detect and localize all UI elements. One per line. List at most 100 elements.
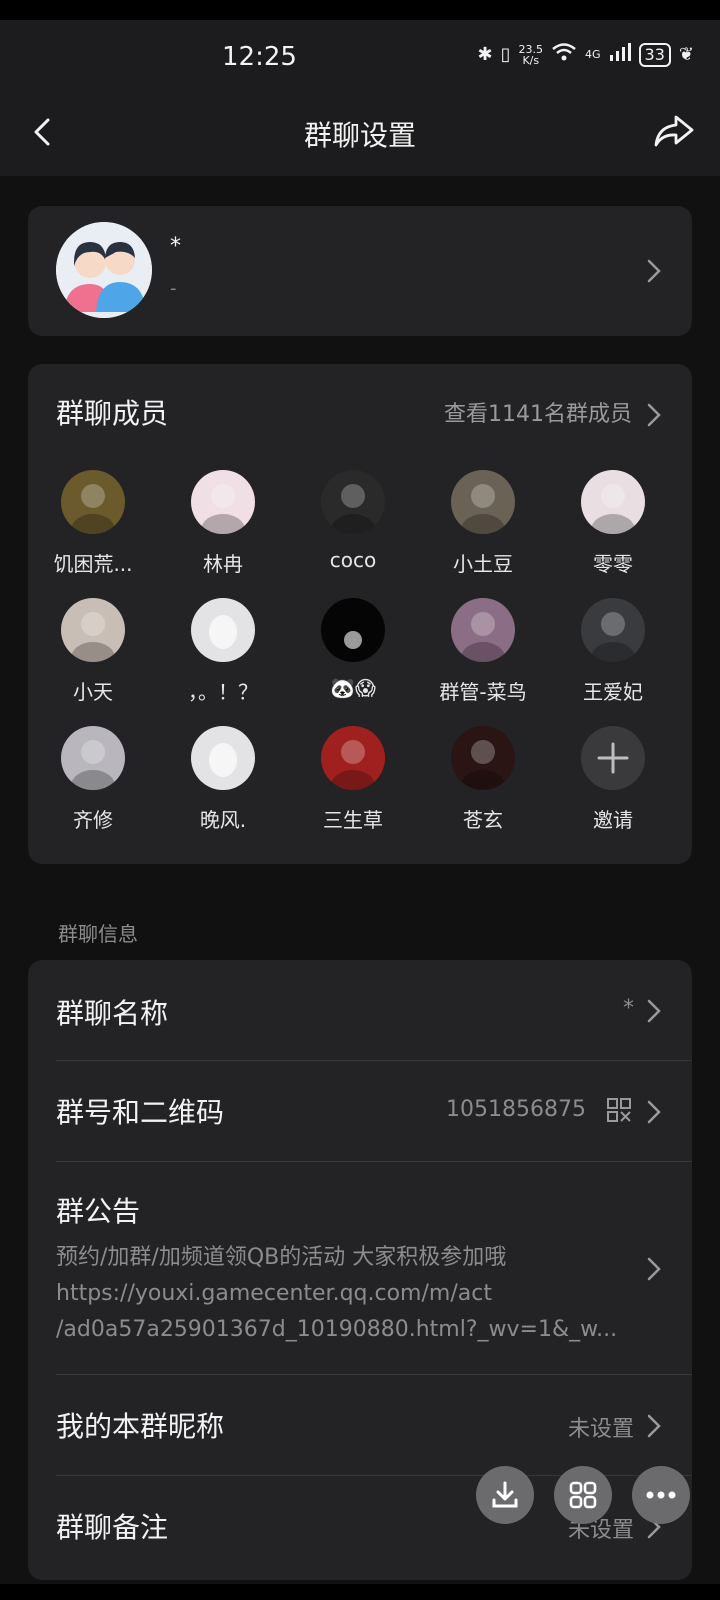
group-subtitle: - [170,278,177,299]
notice-line: /ad0a57a25901367d_10190880.html?_wv=1&_w… [56,1317,618,1342]
member-avatar [61,470,125,534]
chevron-right-icon [646,998,662,1024]
member-name: 林冉 [203,552,243,576]
notice-line: 预约/加群/加频道领QB的活动 大家积极参加哦 [56,1245,507,1270]
group-name: * [170,234,181,259]
member-name: 小天 [73,680,113,704]
member-item[interactable]: 零零 [548,470,678,590]
member-avatar [581,470,645,534]
member-item[interactable]: 王爱妃 [548,598,678,718]
member-name: 饥困荒... [53,552,133,576]
grid-icon [569,1481,597,1509]
notice-line: https://youxi.gamecenter.qq.com/m/act [56,1281,492,1306]
member-item[interactable]: 齐修 [28,726,158,846]
member-avatar [321,470,385,534]
member-avatar [581,598,645,662]
speed-unit: K/s [522,53,540,67]
member-name: ，。！？ [188,680,258,704]
chevron-right-icon [646,1413,662,1439]
members-card: 群聊成员 查看1141名群成员 饥困荒... 林冉 coco 小土豆 零零小天 ，。！？ 🐼… [28,364,692,864]
group-notice-title: 群公告 [56,1195,141,1228]
member-avatar [321,726,385,790]
share-button[interactable] [652,112,696,152]
member-avatar [451,470,515,534]
member-name: 齐修 [73,808,113,832]
battery-indicator: 33 [638,42,671,67]
member-avatar [451,598,515,662]
more-button[interactable] [632,1466,690,1524]
member-item[interactable]: ，。！？ [158,598,288,718]
group-name-row[interactable]: 群聊名称 * [28,960,692,1060]
member-name: 群管-菜鸟 [439,680,527,704]
member-item[interactable]: 小土豆 [418,470,548,590]
bottom-edge [0,1584,720,1600]
member-item[interactable]: 晚风. [158,726,288,846]
more-dots-icon [646,1491,676,1499]
members-title: 群聊成员 [56,397,169,430]
member-item[interactable]: 饥困荒... [28,470,158,590]
member-item[interactable]: 三生草 [288,726,418,846]
leaf-icon: ❦ [678,44,694,65]
member-avatar [451,726,515,790]
member-avatar [191,598,255,662]
group-notice-content: 预约/加群/加频道领QB的活动 大家积极参加哦 https://youxi.ga… [56,1240,626,1348]
invite-member-button[interactable]: 邀请 [548,726,678,846]
plus-icon [581,726,645,790]
group-id-value: 1051856875 [446,1097,586,1122]
download-icon [492,1481,518,1508]
top-edge [0,0,720,20]
member-item[interactable]: 🐼😱 [288,598,418,718]
apps-button[interactable] [554,1466,612,1524]
vibrate-icon: ▯ [500,44,511,65]
member-avatar [321,598,385,662]
bluetooth-icon: ✱ [477,44,493,65]
member-name: 王爱妃 [583,680,643,704]
group-notice-row[interactable]: 群公告 预约/加群/加频道领QB的活动 大家积极参加哦 https://youx… [28,1162,692,1372]
member-name: 🐼😱 [330,676,376,700]
share-arrow-icon [654,115,694,147]
member-avatar [191,470,255,534]
member-item[interactable]: 苍玄 [418,726,548,846]
group-id-row[interactable]: 群号和二维码 1051856875 [28,1061,692,1161]
qr-code-icon [606,1097,632,1127]
wifi-icon [551,42,577,67]
chevron-right-icon [646,1099,662,1125]
my-nickname-title: 我的本群昵称 [56,1410,225,1443]
group-people-icon [56,222,152,318]
member-name: 小土豆 [453,552,513,576]
section-label-group-info: 群聊信息 [58,922,138,946]
page-title: 群聊设置 [303,119,416,152]
group-id-title: 群号和二维码 [56,1096,225,1129]
network-speed: 23.5 K/s [519,44,544,66]
speed-value: 23.5 [518,42,544,56]
chevron-right-icon [646,258,662,284]
member-name: coco [329,548,377,572]
group-remark-title: 群聊备注 [56,1511,169,1544]
member-avatar [61,726,125,790]
member-name: 三生草 [323,808,383,832]
chevron-right-icon [646,402,662,428]
status-time: 12:25 [222,42,297,72]
chevron-right-icon [646,1256,662,1282]
my-nickname-row[interactable]: 我的本群昵称 未设置 [28,1375,692,1475]
my-nickname-value: 未设置 [567,1417,634,1442]
view-all-members-link[interactable]: 查看1141名群成员 [444,396,632,428]
network-type: 4G [585,48,601,61]
status-bar: 12:25 ✱ ▯ 23.5 K/s 4G 33 ❦ [0,20,720,100]
status-icons: ✱ ▯ 23.5 K/s 4G 33 ❦ [478,42,694,67]
group-name-title: 群聊名称 [56,997,169,1030]
signal-icon [609,42,631,67]
download-button[interactable] [476,1466,534,1524]
member-item[interactable]: 小天 [28,598,158,718]
member-avatar [191,726,255,790]
navigation-bar: 群聊设置 [0,100,720,176]
member-item[interactable]: coco [288,470,418,590]
member-name: 零零 [593,552,633,576]
group-name-value: * [623,996,634,1021]
group-profile-card[interactable]: * - [28,206,692,336]
member-name: 邀请 [593,808,633,832]
member-name: 晚风. [199,808,247,832]
member-item[interactable]: 林冉 [158,470,288,590]
member-name: 苍玄 [463,808,503,832]
member-item[interactable]: 群管-菜鸟 [418,598,548,718]
